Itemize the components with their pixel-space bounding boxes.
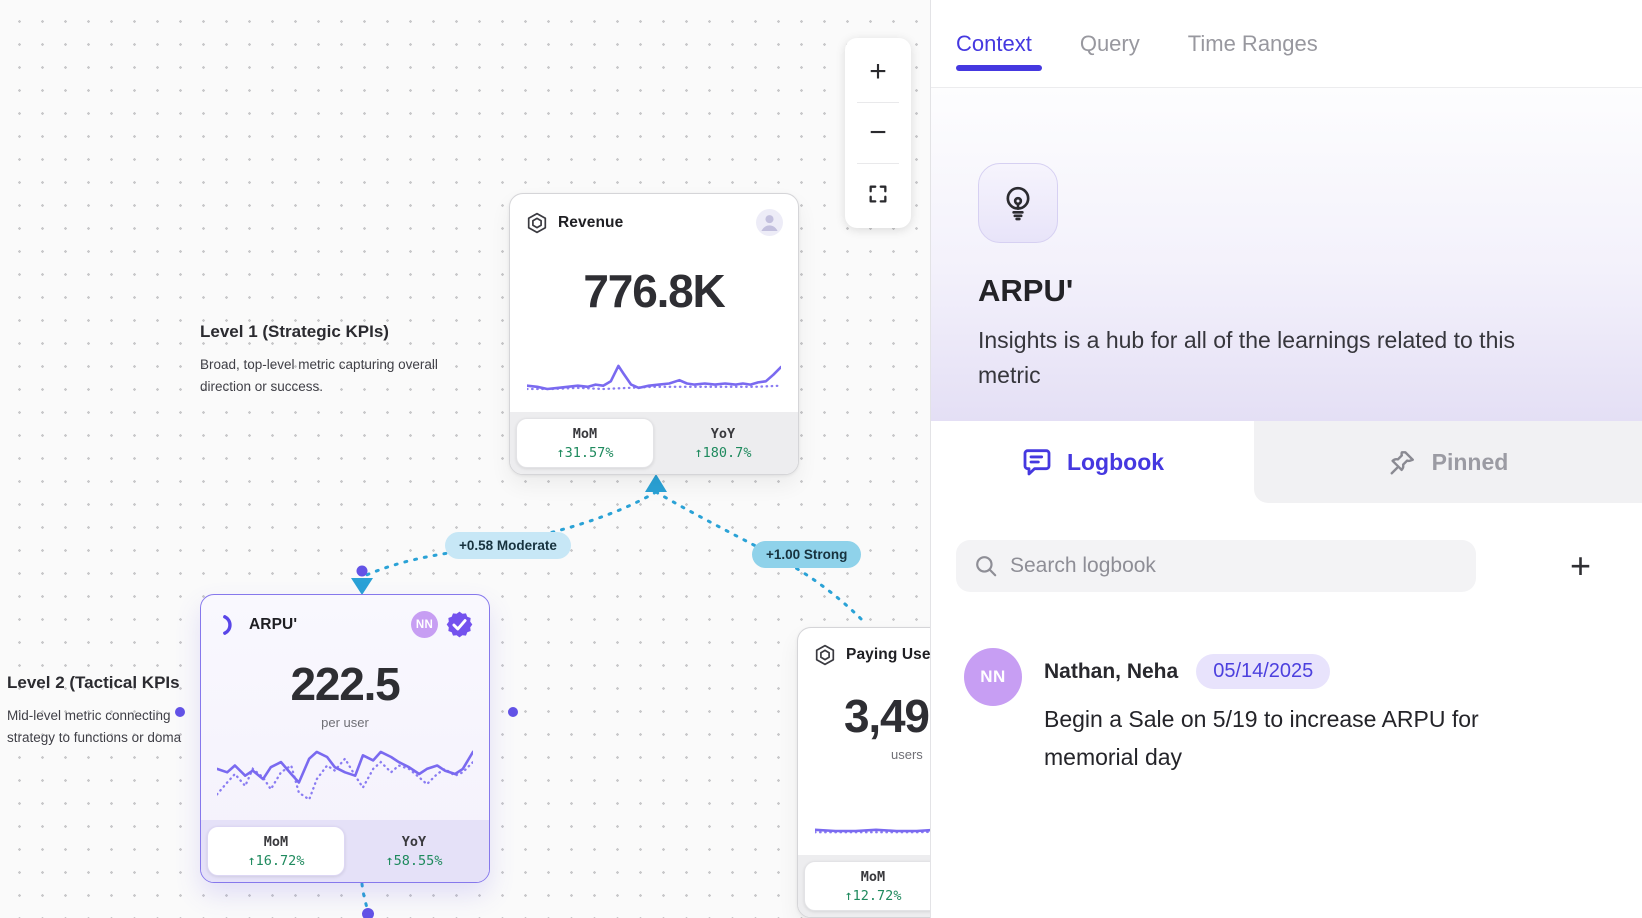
yoy-stat[interactable]: YoY ↑58.55% <box>345 826 483 876</box>
toolbar-divider <box>857 163 899 164</box>
verified-check-icon <box>445 610 474 639</box>
metric-value: 3,49 <box>798 693 932 739</box>
metric-context-header: ARPU' Insights is a hub for all of the l… <box>931 88 1642 421</box>
logbook-entry[interactable]: NN Nathan, Neha 05/14/2025 Begin a Sale … <box>964 648 1617 777</box>
metric-hexagon-icon <box>525 211 549 235</box>
sparkline <box>201 738 489 810</box>
mom-label: MoM <box>573 426 597 442</box>
entry-text: Begin a Sale on 5/19 to increase ARPU fo… <box>1044 701 1539 777</box>
stats-row: MoM ↑12.72% <box>798 855 932 917</box>
mom-stat[interactable]: MoM ↑31.57% <box>516 418 654 468</box>
logbook-search-row: + <box>956 540 1617 592</box>
pin-icon <box>1388 447 1418 477</box>
insight-icon-card <box>978 163 1058 243</box>
metric-arc-icon <box>216 613 240 637</box>
entry-author: Nathan, Neha <box>1044 660 1178 684</box>
metric-node-paying-users[interactable]: Paying Users' 3,49 users MoM ↑12.72% <box>797 627 932 918</box>
metric-value: 776.8K <box>510 268 798 314</box>
yoy-value: ↑58.55% <box>386 853 443 869</box>
fit-view-button[interactable] <box>845 168 911 220</box>
connection-handle[interactable] <box>357 566 368 577</box>
edge-arrowhead-down <box>351 578 373 595</box>
tab-logbook-label: Logbook <box>1067 449 1164 476</box>
yoy-label: YoY <box>402 834 426 850</box>
metric-hexagon-icon <box>813 643 837 667</box>
entry-body: Nathan, Neha 05/14/2025 Begin a Sale on … <box>1044 648 1539 777</box>
correlation-badge-moderate[interactable]: +0.58 Moderate <box>445 532 571 559</box>
connection-handle[interactable] <box>508 707 518 717</box>
tab-pinned[interactable]: Pinned <box>1254 421 1642 503</box>
panel-tab-bar: Context Query Time Ranges <box>931 0 1642 88</box>
app-root: +0.58 Moderate +1.00 Strong Level 1 (Str… <box>0 0 1642 918</box>
edge-arpu-down <box>362 884 368 912</box>
owner-avatar-icon <box>756 209 783 236</box>
tab-time-ranges[interactable]: Time Ranges <box>1188 31 1318 57</box>
connection-handle[interactable] <box>362 908 374 918</box>
metric-node-arpu[interactable]: ARPU' NN 222.5 per user Mo <box>200 594 490 883</box>
mom-value: ↑16.72% <box>248 853 305 869</box>
panel-metric-name: ARPU' <box>978 273 1595 309</box>
mom-label: MoM <box>861 869 885 885</box>
zoom-in-button[interactable]: + <box>845 46 911 98</box>
zoom-toolbar: + − <box>845 38 911 228</box>
tab-context[interactable]: Context <box>956 31 1032 57</box>
yoy-value: ↑180.7% <box>695 445 752 461</box>
toolbar-divider <box>857 102 899 103</box>
metric-title: Revenue <box>558 214 747 232</box>
tab-pinned-label: Pinned <box>1432 449 1509 476</box>
metric-unit: users <box>798 747 932 762</box>
zoom-out-button[interactable]: − <box>845 107 911 159</box>
mom-value: ↑12.72% <box>845 888 902 904</box>
mom-label: MoM <box>264 834 288 850</box>
yoy-stat[interactable]: YoY ↑180.7% <box>654 418 792 468</box>
logbook-pinned-tabs: Logbook Pinned <box>931 421 1642 503</box>
search-input[interactable] <box>956 540 1476 592</box>
sparkline <box>798 793 932 845</box>
lightbulb-icon <box>998 183 1038 223</box>
stats-row: MoM ↑31.57% YoY ↑180.7% <box>510 412 798 474</box>
entry-date-badge: 05/14/2025 <box>1196 654 1330 689</box>
metric-unit: per user <box>201 715 489 730</box>
logbook-icon <box>1021 446 1053 478</box>
metric-title: Paying Users' <box>846 646 932 664</box>
yoy-label: YoY <box>711 426 735 442</box>
mom-value: ↑31.57% <box>557 445 614 461</box>
entry-avatar: NN <box>964 648 1022 706</box>
stats-row: MoM ↑16.72% YoY ↑58.55% <box>201 820 489 882</box>
tab-query[interactable]: Query <box>1080 31 1140 57</box>
fullscreen-icon <box>867 183 889 205</box>
search-box <box>956 540 1476 592</box>
mom-stat[interactable]: MoM ↑12.72% <box>804 861 932 911</box>
edge-arrowhead-up <box>645 474 667 492</box>
correlation-badge-strong[interactable]: +1.00 Strong <box>752 541 861 568</box>
metric-title: ARPU' <box>249 616 402 634</box>
active-tab-underline <box>956 65 1042 71</box>
connection-handle[interactable] <box>175 707 185 717</box>
collaborator-badge: NN <box>411 611 438 638</box>
metric-value: 222.5 <box>201 661 489 707</box>
sparkline <box>510 354 798 402</box>
context-panel: Context Query Time Ranges ARPU' Insights… <box>930 0 1642 918</box>
panel-metric-description: Insights is a hub for all of the learnin… <box>978 323 1563 392</box>
metric-tree-canvas[interactable]: +0.58 Moderate +1.00 Strong Level 1 (Str… <box>0 0 932 918</box>
mom-stat[interactable]: MoM ↑16.72% <box>207 826 345 876</box>
add-log-entry-button[interactable]: + <box>1570 548 1591 584</box>
metric-node-revenue[interactable]: Revenue 776.8K MoM ↑31.57% <box>509 193 799 475</box>
tab-logbook[interactable]: Logbook <box>931 421 1254 503</box>
